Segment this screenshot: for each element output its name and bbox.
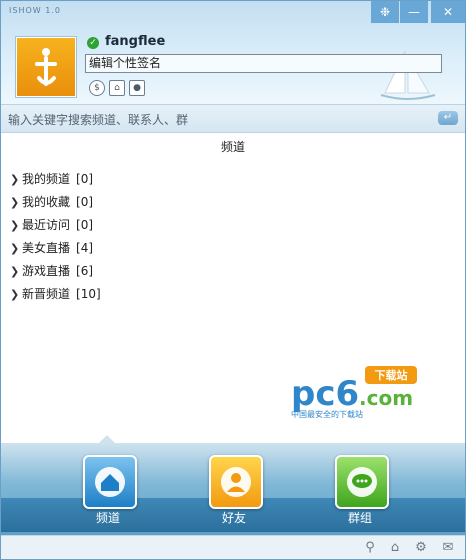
svg-text:下载站: 下载站 xyxy=(375,368,408,382)
channels-button[interactable] xyxy=(83,455,137,509)
chevron-right-icon: ❯ xyxy=(10,265,20,278)
avatar[interactable] xyxy=(16,37,76,97)
message-icon[interactable]: ✉ xyxy=(439,539,457,557)
signature-input[interactable]: 编辑个性签名 xyxy=(85,54,442,73)
minimize-icon: — xyxy=(408,5,420,19)
svg-text:.com: .com xyxy=(359,386,413,410)
house-icon[interactable]: ⌂ xyxy=(109,80,125,96)
list-item[interactable]: ❯ 游戏直播 [6] xyxy=(10,261,101,284)
chevron-right-icon: ❯ xyxy=(10,242,20,255)
svg-text:pc6: pc6 xyxy=(291,374,359,414)
gear-icon[interactable]: ⚙ xyxy=(412,539,430,557)
chevron-right-icon: ❯ xyxy=(10,288,20,301)
close-icon: ✕ xyxy=(442,5,454,19)
shirt-icon: ❉ xyxy=(379,5,391,19)
list-item[interactable]: ❯ 美女直播 [4] xyxy=(10,238,101,261)
list-item[interactable]: ❯ 我的频道 [0] xyxy=(10,169,101,192)
search-input[interactable]: 输入关键字搜索频道、联系人、群 xyxy=(8,111,188,128)
svg-text:中国最安全的下载站: 中国最安全的下载站 xyxy=(291,409,363,419)
dollar-icon[interactable]: $ xyxy=(89,80,105,96)
list-item[interactable]: ❯ 我的收藏 [0] xyxy=(10,192,101,215)
panel-title: 频道 xyxy=(220,140,245,154)
chat-bubble-icon xyxy=(347,467,377,497)
chevron-right-icon: ❯ xyxy=(10,196,20,209)
bottom-toolbar: ⚲ ⌂ ⚙ ✉ xyxy=(1,535,465,559)
app-window: ISHOW 1.0 ❉ — ✕ ✓ fangflee 编辑个性签名 $ ⌂ ● xyxy=(0,0,466,560)
search-bar[interactable]: 输入关键字搜索频道、联系人、群 ↵ xyxy=(1,104,465,133)
online-status-icon[interactable]: ✓ xyxy=(87,37,99,49)
list-item[interactable]: ❯ 最近访问 [0] xyxy=(10,215,101,238)
search-enter-icon[interactable]: ↵ xyxy=(438,111,458,125)
app-title: ISHOW 1.0 xyxy=(9,6,61,15)
close-button[interactable]: ✕ xyxy=(431,1,465,23)
list-item[interactable]: ❯ 新晋频道 [10] xyxy=(10,284,101,307)
groups-label: 群组 xyxy=(347,511,372,525)
home-icon xyxy=(95,467,125,497)
search-icon[interactable]: ⚲ xyxy=(361,539,379,557)
person-icon[interactable]: ● xyxy=(129,80,145,96)
app-logo-icon xyxy=(35,48,57,86)
username: fangflee xyxy=(105,34,166,49)
friends-button[interactable] xyxy=(209,455,263,509)
chevron-right-icon: ❯ xyxy=(10,219,20,232)
profile-header: ISHOW 1.0 ❉ — ✕ ✓ fangflee 编辑个性签名 $ ⌂ ● xyxy=(1,1,465,104)
minimize-button[interactable]: — xyxy=(400,1,428,23)
dock-selection-notch xyxy=(99,435,115,443)
groups-button[interactable] xyxy=(335,455,389,509)
channel-list: ❯ 我的频道 [0] ❯ 我的收藏 [0] ❯ 最近访问 [0] ❯ 美女直播 [4] ❯ 游戏直… xyxy=(10,169,101,307)
pc6-watermark-logo: 下载站 pc6 .com 中国最安全的下载站 xyxy=(291,366,417,419)
friends-label: 好友 xyxy=(221,511,246,525)
user-icon xyxy=(221,467,251,497)
home-icon[interactable]: ⌂ xyxy=(386,539,404,557)
chevron-right-icon: ❯ xyxy=(10,173,20,186)
skin-button[interactable]: ❉ xyxy=(371,1,399,23)
channels-label: 频道 xyxy=(95,511,120,525)
